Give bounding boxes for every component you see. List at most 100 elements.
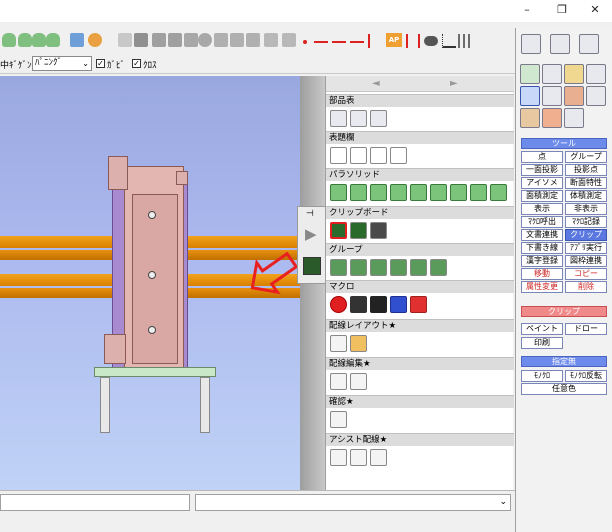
3d-viewport[interactable] (0, 76, 300, 490)
group-icon[interactable] (390, 259, 407, 276)
cross-line-icon[interactable] (368, 34, 382, 48)
layer-icon[interactable] (550, 34, 570, 54)
view-icon[interactable] (246, 33, 260, 47)
group-icon[interactable] (410, 259, 427, 276)
parasolid-icon[interactable] (450, 184, 467, 201)
pin-icon[interactable]: ⊣ (306, 209, 314, 219)
parasolid-icon[interactable] (390, 184, 407, 201)
measure-icon[interactable] (406, 34, 420, 48)
record-icon[interactable] (330, 296, 347, 313)
parasolid-icon[interactable] (330, 184, 347, 201)
tool-button[interactable]: 図枠連携 (565, 255, 607, 267)
section-wiring-edit[interactable]: 配線編集★ (326, 357, 514, 370)
zoom-icon[interactable] (579, 34, 599, 54)
pen-icon[interactable] (564, 108, 584, 128)
parasolid-icon[interactable] (490, 184, 507, 201)
tool-button[interactable]: ﾏｸﾛ記録 (565, 216, 607, 228)
tool-button[interactable]: 投影点 (565, 164, 607, 176)
bottom-combo[interactable]: ⌄ (195, 494, 511, 511)
view-icon[interactable] (282, 33, 296, 47)
part-tool-icon[interactable] (564, 86, 584, 106)
tool-button[interactable]: クリップ (565, 229, 607, 241)
draw-button[interactable]: ドロー (565, 323, 607, 335)
layer-icon[interactable] (521, 34, 541, 54)
cylinder-icon[interactable] (18, 33, 32, 47)
group-icon[interactable] (430, 259, 447, 276)
cylinder-icon[interactable] (32, 33, 46, 47)
stop-icon[interactable] (370, 296, 387, 313)
grid-icon[interactable] (458, 34, 472, 48)
ap-icon[interactable]: AP (386, 33, 402, 47)
tool-button[interactable]: 体積測定 (565, 190, 607, 202)
view-icon[interactable] (134, 33, 148, 47)
paint-button[interactable]: ペイント (521, 323, 563, 335)
parasolid-icon[interactable] (370, 184, 387, 201)
tool-button[interactable]: ﾏｸﾛ呼出 (521, 216, 563, 228)
assembly-icon[interactable] (520, 108, 540, 128)
mono-button[interactable]: ﾓﾉｸﾛ (521, 370, 563, 382)
tool-button[interactable]: 属性変更 (521, 281, 563, 293)
cylinder-icon[interactable] (2, 33, 16, 47)
assembly-icon[interactable] (542, 108, 562, 128)
tool-button[interactable]: 点 (521, 151, 563, 163)
draw-tool-icon[interactable] (520, 64, 540, 84)
parasolid-icon[interactable] (470, 184, 487, 201)
tool-button[interactable]: コピー (565, 268, 607, 280)
mode-combo[interactable]: ﾊﾟﾆﾝｸﾞ ⌄ (32, 56, 92, 71)
print-button[interactable]: 印刷 (521, 337, 563, 349)
assist-wiring-icon[interactable] (330, 449, 347, 466)
wiring-layout-icon[interactable] (350, 335, 367, 352)
line-icon[interactable] (350, 41, 364, 43)
part-icon[interactable] (70, 33, 84, 47)
restore-button[interactable]: ❐ (551, 2, 573, 18)
measure-icon[interactable] (424, 36, 438, 46)
view-icon[interactable] (184, 33, 198, 47)
view-icon[interactable] (118, 33, 132, 47)
draw-tool-icon[interactable] (542, 64, 562, 84)
minimize-button[interactable]: – (516, 2, 538, 18)
clipboard-paste-icon[interactable] (350, 222, 367, 239)
view-icon[interactable] (152, 33, 166, 47)
tree-icon[interactable] (542, 86, 562, 106)
part-tool-icon[interactable] (586, 86, 606, 106)
tool-button[interactable]: 面積測定 (521, 190, 563, 202)
view-icon[interactable] (264, 33, 278, 47)
section-wiring-layout[interactable]: 配線レイアウト★ (326, 319, 514, 332)
pause-icon[interactable] (350, 296, 367, 313)
group-icon[interactable] (330, 259, 347, 276)
play-icon[interactable] (390, 296, 407, 313)
assist-wiring-icon[interactable] (370, 449, 387, 466)
mono-invert-button[interactable]: ﾓﾉｸﾛ反転 (565, 370, 607, 382)
view-icon[interactable] (198, 33, 212, 47)
tool-button[interactable]: 文書連携 (521, 229, 563, 241)
tool-button[interactable]: 下書き線 (521, 242, 563, 254)
wiring-layout-icon[interactable] (330, 335, 347, 352)
title-block-icon[interactable] (390, 147, 407, 164)
tool-button[interactable]: 一面投影 (521, 164, 563, 176)
palette-prev-button[interactable]: ◄ (372, 78, 380, 89)
parasolid-icon[interactable] (410, 184, 427, 201)
wiring-edit-icon[interactable] (330, 373, 347, 390)
view-icon[interactable] (214, 33, 228, 47)
draw-tool-icon[interactable] (564, 64, 584, 84)
view-icon[interactable] (168, 33, 182, 47)
part-icon[interactable] (88, 33, 102, 47)
expand-arrow-icon[interactable]: ▶ (305, 225, 317, 243)
parts-list-icon[interactable] (370, 110, 387, 127)
wiring-edit-icon[interactable] (350, 373, 367, 390)
title-block-icon[interactable] (370, 147, 387, 164)
cylinder-icon[interactable] (46, 33, 60, 47)
tool-button[interactable]: ｱﾌﾟﾘ実行 (565, 242, 607, 254)
tool-button[interactable]: 漢字登録 (521, 255, 563, 267)
group-icon[interactable] (370, 259, 387, 276)
tool-button[interactable]: 表示 (521, 203, 563, 215)
play-red-icon[interactable] (410, 296, 427, 313)
checkbox-2[interactable]: ✓ (132, 59, 141, 68)
section-title-block[interactable]: 表題欄 (326, 131, 514, 144)
tool-button[interactable]: 非表示 (565, 203, 607, 215)
title-block-icon[interactable] (350, 147, 367, 164)
parts-list-icon[interactable] (330, 110, 347, 127)
parasolid-icon[interactable] (430, 184, 447, 201)
section-parts-list[interactable]: 部品表 (326, 94, 514, 107)
parts-list-icon[interactable] (350, 110, 367, 127)
